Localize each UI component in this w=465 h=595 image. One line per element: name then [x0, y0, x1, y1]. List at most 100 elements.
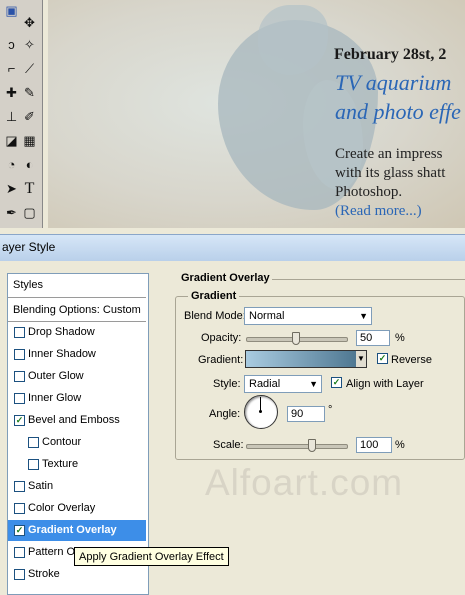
style-item-checkbox[interactable] — [14, 569, 25, 580]
palette-icon[interactable]: ▣ — [3, 2, 20, 19]
opacity-label: Opacity: — [201, 332, 242, 344]
pen-tool-icon[interactable]: ✒ — [3, 204, 20, 221]
angle-dial-center — [259, 410, 262, 413]
angle-dial[interactable] — [244, 395, 278, 429]
canvas-title-line1: TV aquarium — [335, 70, 452, 95]
gradient-picker-dropdown[interactable]: ▼ — [356, 350, 367, 368]
eraser-tool-icon[interactable]: ◪ — [3, 132, 20, 149]
style-item[interactable]: Color Overlay — [8, 498, 146, 519]
reverse-checkbox[interactable]: ✓ — [377, 353, 388, 364]
angle-label: Angle: — [209, 408, 241, 420]
blend-mode-select[interactable]: Normal ▼ — [244, 307, 372, 325]
scale-label: Scale: — [213, 439, 244, 451]
style-item-checkbox[interactable] — [14, 481, 25, 492]
scale-input[interactable]: 100 — [356, 437, 392, 453]
dialog-title: ayer Style — [2, 240, 56, 254]
style-item[interactable]: Texture — [8, 454, 146, 475]
styles-header-label: Styles — [13, 279, 43, 291]
divider — [272, 279, 465, 280]
style-item[interactable]: Outer Glow — [8, 366, 146, 387]
dodge-tool-icon[interactable]: ◐ — [21, 156, 38, 173]
opacity-input[interactable]: 50 — [356, 330, 390, 346]
style-item-label: Contour — [42, 436, 82, 448]
blending-options-label: Blending Options: Custom — [13, 304, 141, 316]
style-item-checkbox[interactable] — [28, 437, 39, 448]
chevron-down-icon: ▼ — [359, 311, 368, 321]
style-item-checkbox[interactable] — [14, 503, 25, 514]
style-item-checkbox[interactable]: ✓ — [14, 525, 25, 536]
brush-tool-icon[interactable]: ✎ — [21, 84, 38, 101]
chevron-down-icon: ▼ — [357, 354, 365, 363]
style-item-label: Inner Glow — [28, 392, 82, 404]
style-item-label: Drop Shadow — [28, 326, 95, 338]
style-item-checkbox[interactable] — [14, 349, 25, 360]
move-tool-icon[interactable]: ✥ — [21, 14, 38, 31]
align-with-layer-checkbox[interactable]: ✓ — [331, 377, 342, 388]
canvas-body-line1: Create an impress — [335, 146, 443, 162]
healing-brush-tool-icon[interactable]: ✚ — [3, 84, 20, 101]
style-item-label: Stroke — [28, 568, 60, 580]
opacity-slider-thumb[interactable] — [292, 332, 300, 345]
history-brush-tool-icon[interactable]: ✐ — [21, 108, 38, 125]
crop-tool-icon[interactable]: ⌐ — [3, 60, 20, 77]
style-value: Radial — [249, 378, 281, 390]
style-item[interactable]: ✓ Bevel and Emboss — [8, 410, 146, 431]
style-item-label: Satin — [28, 480, 54, 492]
magic-wand-tool-icon[interactable]: ✧ — [21, 36, 38, 53]
canvas-body-line2: with its glass shatt — [335, 165, 446, 181]
style-item[interactable]: Contour — [8, 432, 146, 453]
style-item-label: Bevel and Emboss — [28, 414, 120, 426]
scale-slider-thumb[interactable] — [308, 439, 316, 452]
lasso-tool-icon[interactable]: ↄ — [3, 36, 20, 53]
dialog-titlebar[interactable] — [0, 234, 465, 261]
gradient-tool-icon[interactable]: ▦ — [21, 132, 38, 149]
gradient-overlay-section-title: Gradient Overlay — [181, 272, 270, 284]
canvas-read-more-link: (Read more...) — [335, 203, 422, 219]
style-item-checkbox[interactable] — [28, 459, 39, 470]
toolbox: ▣ ✥ ↄ ✧ ⌐ ⟋ ✚ ✎ ⊥ ✐ ◪ ▦ ◔ ◐ ➤ T ✒ ▢ — [0, 0, 43, 228]
style-item-checkbox[interactable] — [14, 547, 25, 558]
blending-options-item[interactable]: Blending Options: Custom — [8, 300, 146, 321]
path-select-tool-icon[interactable]: ➤ — [3, 180, 20, 197]
style-item[interactable]: Drop Shadow — [8, 322, 146, 343]
slice-tool-icon[interactable]: ⟋ — [21, 60, 38, 77]
canvas-body-line3: Photoshop. — [335, 184, 403, 200]
styles-header[interactable]: Styles — [8, 274, 146, 295]
chevron-down-icon: ▼ — [309, 379, 318, 389]
canvas-title-line2: and photo effe — [335, 99, 461, 124]
style-select[interactable]: Radial ▼ — [244, 375, 322, 393]
watermark: Alfoart.com — [205, 462, 404, 503]
divider — [8, 297, 146, 298]
style-item-label: Outer Glow — [28, 370, 84, 382]
style-item[interactable]: Satin — [8, 476, 146, 497]
style-item-label: Color Overlay — [28, 502, 96, 514]
style-item-label: Texture — [42, 458, 79, 470]
align-with-layer-label: Align with Layer — [346, 378, 424, 390]
blend-mode-label: Blend Mode: — [184, 310, 246, 322]
opacity-unit: % — [395, 332, 405, 344]
canvas-date: February 28st, 2 — [334, 46, 447, 63]
scale-slider-track[interactable] — [246, 444, 348, 449]
shape-tool-icon[interactable]: ▢ — [21, 204, 38, 221]
blur-tool-icon[interactable]: ◔ — [3, 156, 20, 173]
style-item-checkbox[interactable] — [14, 393, 25, 404]
style-item[interactable]: Inner Glow — [8, 388, 146, 409]
gradient-label: Gradient: — [198, 354, 244, 366]
style-item[interactable]: ✓ Gradient Overlay — [8, 520, 146, 541]
style-item-checkbox[interactable] — [14, 371, 25, 382]
reverse-label: Reverse — [391, 354, 432, 366]
style-item[interactable]: Stroke — [8, 564, 146, 585]
stamp-tool-icon[interactable]: ⊥ — [3, 108, 20, 125]
style-label: Style: — [213, 378, 241, 390]
style-item-checkbox[interactable]: ✓ — [14, 415, 25, 426]
style-item-checkbox[interactable] — [14, 327, 25, 338]
blend-mode-value: Normal — [249, 310, 285, 322]
style-item[interactable]: Inner Shadow — [8, 344, 146, 365]
gradient-swatch[interactable] — [245, 350, 357, 368]
angle-input[interactable]: 90 — [287, 406, 325, 422]
type-tool-icon[interactable]: T — [21, 180, 38, 197]
style-item-label: Gradient Overlay — [28, 524, 117, 536]
gradient-group-title: Gradient — [188, 290, 240, 302]
tooltip: Apply Gradient Overlay Effect — [74, 547, 229, 566]
angle-unit: ° — [328, 404, 333, 416]
